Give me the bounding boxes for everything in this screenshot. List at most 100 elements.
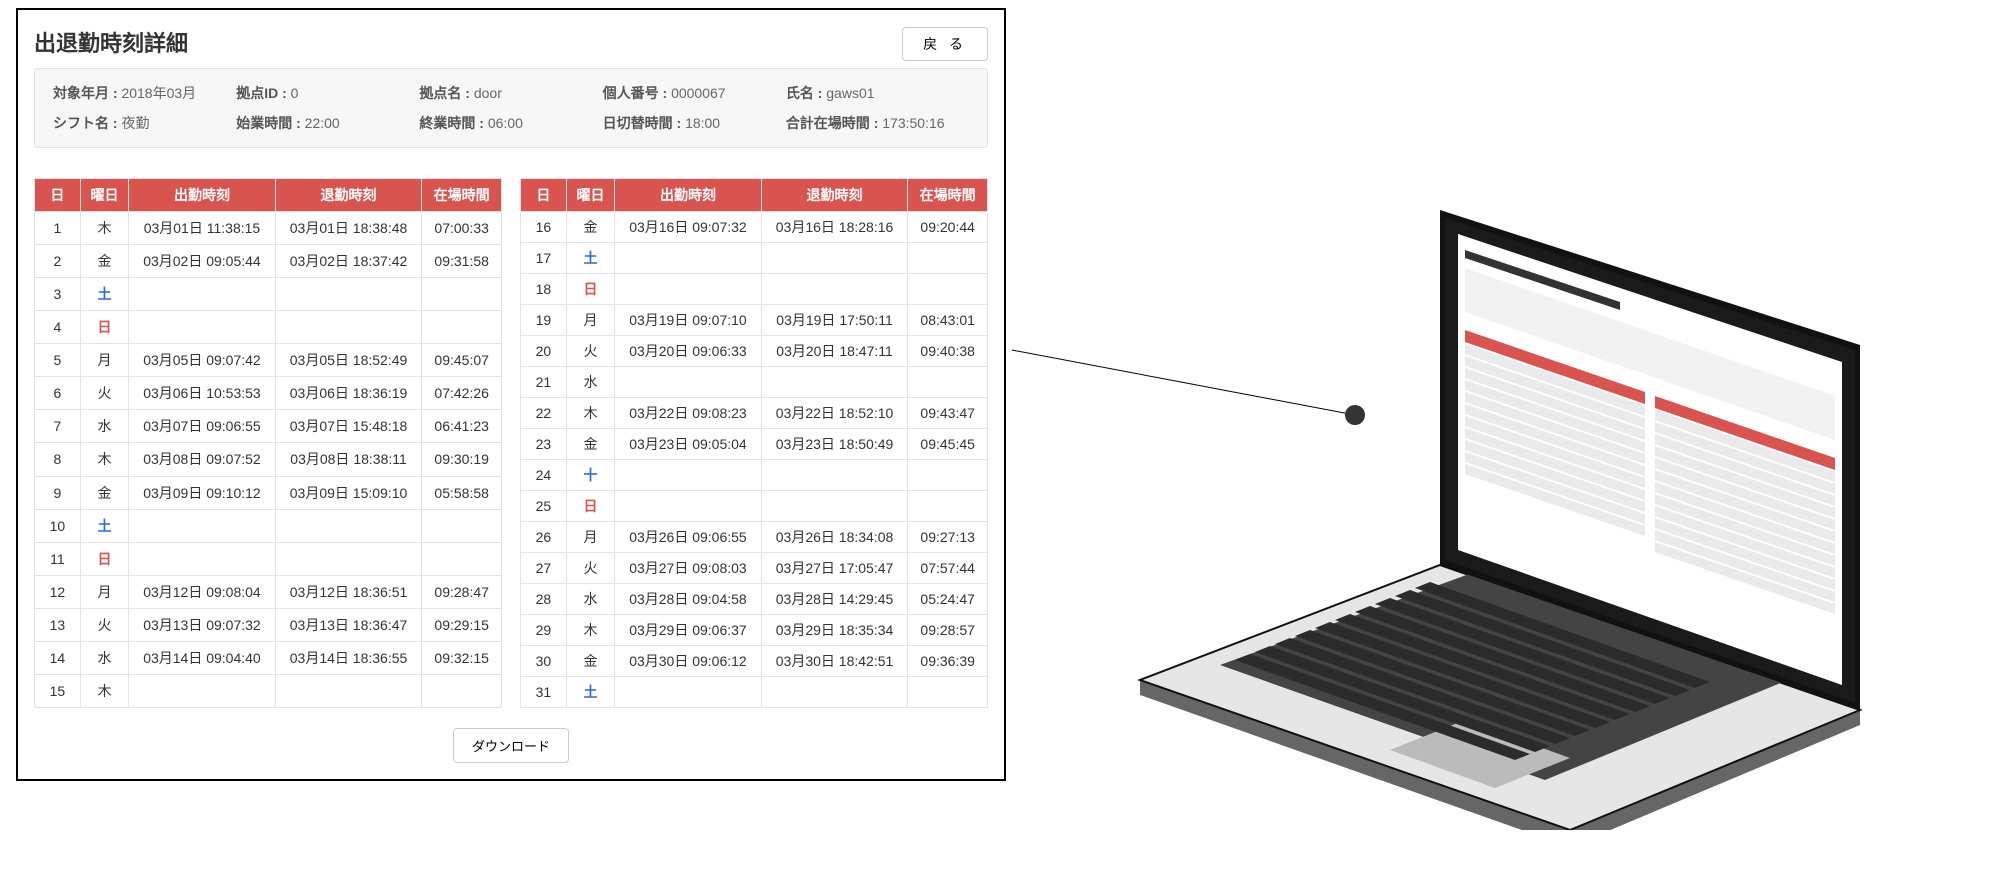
- cell-dow: 水: [80, 641, 128, 674]
- cell-out: 03月22日 18:52:10: [761, 398, 908, 429]
- cell-day: 23: [521, 429, 567, 460]
- cell-in: [615, 367, 762, 398]
- cell-out: [761, 677, 908, 708]
- meta-label: 拠点ID :: [236, 85, 290, 101]
- table-row: 9金03月09日 09:10:1203月09日 15:09:1005:58:58: [35, 476, 502, 509]
- meta-cell: 氏名 : gaws01: [786, 83, 969, 103]
- cell-day: 10: [35, 509, 81, 542]
- meta-label: 終業時間 :: [419, 115, 487, 131]
- cell-dur: [908, 243, 988, 274]
- cell-dur: [908, 274, 988, 305]
- cell-dow: 金: [566, 429, 614, 460]
- cell-day: 25: [521, 491, 567, 522]
- col-in: 出勤時刻: [129, 179, 276, 212]
- cell-day: 31: [521, 677, 567, 708]
- download-button[interactable]: ダウンロード: [453, 728, 569, 763]
- cell-day: 6: [35, 377, 81, 410]
- cell-in: [615, 460, 762, 491]
- table-row: 25日: [521, 491, 988, 522]
- col-dur: 在場時間: [422, 179, 502, 212]
- cell-day: 15: [35, 674, 81, 707]
- col-dow: 曜日: [80, 179, 128, 212]
- cell-day: 12: [35, 575, 81, 608]
- cell-out: [761, 491, 908, 522]
- meta-cell: 始業時間 : 22:00: [236, 113, 419, 133]
- back-button[interactable]: 戻 る: [902, 27, 988, 61]
- meta-label: 氏名 :: [786, 85, 826, 101]
- connector-dot: [1345, 405, 1365, 425]
- meta-label: 個人番号 :: [603, 85, 671, 101]
- cell-dow: 土: [80, 278, 128, 311]
- cell-dur: [908, 367, 988, 398]
- cell-dow: 月: [566, 522, 614, 553]
- cell-dow: 金: [566, 646, 614, 677]
- cell-day: 21: [521, 367, 567, 398]
- cell-dur: [422, 311, 502, 344]
- cell-in: [615, 274, 762, 305]
- cell-out: [761, 460, 908, 491]
- cell-dow: 土: [80, 509, 128, 542]
- table-row: 14水03月14日 09:04:4003月14日 18:36:5509:32:1…: [35, 641, 502, 674]
- meta-cell: 合計在場時間 : 173:50:16: [786, 113, 969, 133]
- table-row: 21水: [521, 367, 988, 398]
- cell-dur: 09:43:47: [908, 398, 988, 429]
- table-row: 10土: [35, 509, 502, 542]
- laptop-illustration: [1100, 210, 1900, 830]
- meta-value: 22:00: [305, 115, 340, 131]
- cell-dow: 月: [566, 305, 614, 336]
- cell-dur: [908, 491, 988, 522]
- cell-dur: 09:30:19: [422, 443, 502, 476]
- col-out: 退勤時刻: [275, 179, 422, 212]
- cell-out: 03月06日 18:36:19: [275, 377, 422, 410]
- cell-day: 4: [35, 311, 81, 344]
- table-row: 17土: [521, 243, 988, 274]
- col-dow: 曜日: [566, 179, 614, 212]
- cell-in: 03月26日 09:06:55: [615, 522, 762, 553]
- meta-label: 始業時間 :: [236, 115, 304, 131]
- cell-dur: 09:31:58: [422, 245, 502, 278]
- cell-dow: 月: [80, 344, 128, 377]
- cell-day: 14: [35, 641, 81, 674]
- cell-dow: 木: [80, 674, 128, 707]
- meta-value: 18:00: [685, 115, 720, 131]
- cell-dur: 09:27:13: [908, 522, 988, 553]
- cell-out: 03月14日 18:36:55: [275, 641, 422, 674]
- table-row: 26月03月26日 09:06:5503月26日 18:34:0809:27:1…: [521, 522, 988, 553]
- meta-label: シフト名 :: [53, 115, 121, 131]
- col-dur: 在場時間: [908, 179, 988, 212]
- cell-out: 03月26日 18:34:08: [761, 522, 908, 553]
- cell-out: 03月07日 15:48:18: [275, 410, 422, 443]
- cell-in: 03月07日 09:06:55: [129, 410, 276, 443]
- meta-cell: 日切替時間 : 18:00: [603, 113, 786, 133]
- cell-out: 03月08日 18:38:11: [275, 443, 422, 476]
- cell-out: 03月29日 18:35:34: [761, 615, 908, 646]
- table-row: 3土: [35, 278, 502, 311]
- cell-dow: 火: [80, 377, 128, 410]
- table-row: 11日: [35, 542, 502, 575]
- cell-in: [129, 278, 276, 311]
- cell-dur: [422, 542, 502, 575]
- cell-dur: 07:00:33: [422, 212, 502, 245]
- table-row: 31土: [521, 677, 988, 708]
- cell-out: [275, 509, 422, 542]
- cell-day: 16: [521, 212, 567, 243]
- cell-in: [129, 311, 276, 344]
- cell-in: [129, 674, 276, 707]
- cell-dur: [908, 677, 988, 708]
- table-row: 2金03月02日 09:05:4403月02日 18:37:4209:31:58: [35, 245, 502, 278]
- summary-box: 対象年月 : 2018年03月拠点ID : 0拠点名 : door個人番号 : …: [34, 68, 988, 148]
- cell-day: 5: [35, 344, 81, 377]
- cell-dow: 水: [566, 584, 614, 615]
- cell-dow: 日: [566, 491, 614, 522]
- table-row: 24十: [521, 460, 988, 491]
- cell-dow: 木: [566, 398, 614, 429]
- cell-in: [615, 677, 762, 708]
- attendance-table-left: 日 曜日 出勤時刻 退勤時刻 在場時間 1木03月01日 11:38:1503月…: [34, 178, 502, 708]
- cell-out: 03月28日 14:29:45: [761, 584, 908, 615]
- cell-in: 03月08日 09:07:52: [129, 443, 276, 476]
- table-row: 13火03月13日 09:07:3203月13日 18:36:4709:29:1…: [35, 608, 502, 641]
- cell-day: 24: [521, 460, 567, 491]
- cell-in: 03月22日 09:08:23: [615, 398, 762, 429]
- cell-dow: 土: [566, 677, 614, 708]
- meta-value: gaws01: [826, 85, 874, 101]
